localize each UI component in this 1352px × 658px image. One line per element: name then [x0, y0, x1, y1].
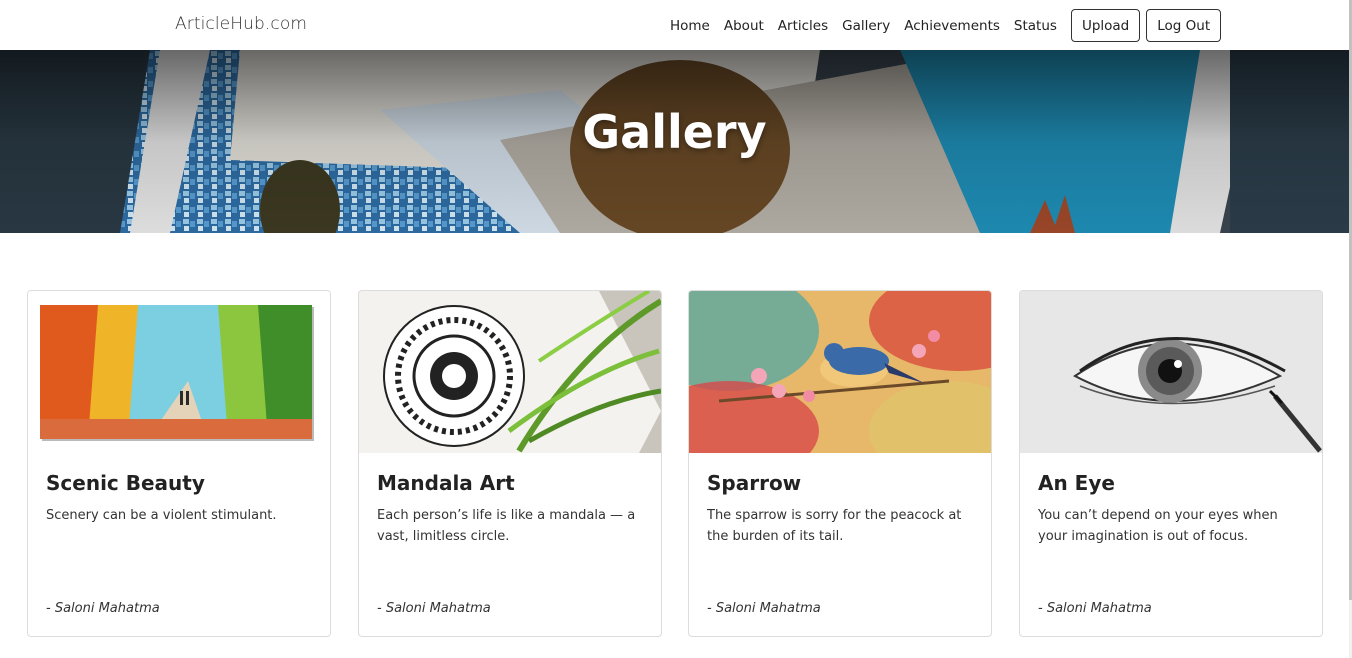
nav-link-about[interactable]: About	[718, 11, 770, 41]
gallery-card-sparrow[interactable]: Sparrow The sparrow is sorry for the pea…	[688, 290, 992, 637]
gallery-card-an-eye[interactable]: An Eye You can’t depend on your eyes whe…	[1019, 290, 1323, 637]
nav-menu: Home About Articles Gallery Achievements…	[664, 9, 1222, 42]
card-author: - Saloni Mahatma	[1038, 601, 1152, 616]
logout-button[interactable]: Log Out	[1146, 9, 1222, 42]
page-title: Gallery	[582, 105, 767, 159]
card-image-scenic-painting	[28, 291, 330, 453]
card-image-sparrow-painting	[689, 291, 991, 453]
gallery-card-scenic-beauty[interactable]: Scenic Beauty Scenery can be a violent s…	[27, 290, 331, 637]
upload-button[interactable]: Upload	[1070, 9, 1141, 42]
card-image-mandala-drawing	[359, 291, 661, 453]
card-text: You can’t depend on your eyes when your …	[1038, 508, 1278, 544]
nav-link-achievements[interactable]: Achievements	[898, 11, 1006, 41]
card-title: Sparrow	[707, 471, 802, 495]
card-author: - Saloni Mahatma	[46, 601, 160, 616]
nav-link-gallery[interactable]: Gallery	[836, 11, 896, 41]
gallery-card-mandala-art[interactable]: Mandala Art Each person’s life is like a…	[358, 290, 662, 637]
navbar: ArticleHub.com Home About Articles Galle…	[0, 0, 1352, 50]
nav-link-home[interactable]: Home	[664, 11, 716, 41]
nav-link-articles[interactable]: Articles	[772, 11, 834, 41]
card-image-eye-sketch	[1020, 291, 1322, 453]
hero-banner: Gallery	[0, 50, 1349, 233]
card-text: Each person’s life is like a mandala — a…	[377, 508, 636, 544]
card-text: The sparrow is sorry for the peacock at …	[707, 508, 962, 544]
card-author: - Saloni Mahatma	[377, 601, 491, 616]
card-title: Scenic Beauty	[46, 471, 205, 495]
card-title: An Eye	[1038, 471, 1115, 495]
brand-link[interactable]: ArticleHub.com	[175, 14, 307, 34]
card-text: Scenery can be a violent stimulant.	[46, 508, 277, 523]
nav-link-status[interactable]: Status	[1008, 11, 1063, 41]
card-author: - Saloni Mahatma	[707, 601, 821, 616]
card-title: Mandala Art	[377, 471, 515, 495]
